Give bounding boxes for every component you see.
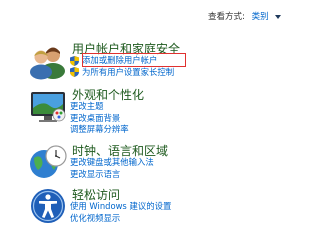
link-windows-recommended-settings[interactable]: 使用 Windows 建议的设置	[70, 201, 171, 213]
clock-globe-icon	[30, 145, 67, 178]
link-label: 更改主题	[70, 101, 104, 111]
link-label: 使用 Windows 建议的设置	[70, 201, 172, 211]
uac-shield-icon	[70, 67, 79, 78]
link-change-display-language[interactable]: 更改显示语言	[70, 169, 154, 181]
link-optimize-visual-display[interactable]: 优化视频显示	[70, 213, 171, 225]
link-parental-controls[interactable]: 为所有用户设置家长控制	[70, 67, 174, 79]
link-change-input-method[interactable]: 更改键盘或其他输入法	[70, 157, 154, 169]
ease-of-access-icon	[31, 189, 65, 223]
view-by-dropdown[interactable]: 类别	[252, 12, 269, 22]
link-label: 优化视频显示	[70, 212, 121, 223]
link-label: 更改显示语言	[70, 168, 121, 179]
link-label: 更改桌面背景	[70, 112, 121, 123]
view-by-label: 查看方式:	[208, 12, 245, 22]
link-label: 更改键盘或其他输入法	[70, 157, 154, 167]
users-icon	[30, 47, 65, 80]
uac-shield-icon	[70, 55, 79, 66]
highlight-box	[82, 53, 186, 67]
link-change-desktop-background[interactable]: 更改桌面背景	[70, 113, 129, 125]
chevron-down-icon[interactable]	[275, 14, 282, 19]
appearance-icon	[31, 92, 66, 122]
link-label: 调整屏幕分辨率	[70, 124, 129, 134]
link-adjust-resolution[interactable]: 调整屏幕分辨率	[70, 124, 129, 136]
link-change-theme[interactable]: 更改主题	[70, 101, 129, 113]
link-label: 为所有用户设置家长控制	[82, 66, 175, 77]
view-by-control: 查看方式: 类别	[208, 10, 282, 22]
